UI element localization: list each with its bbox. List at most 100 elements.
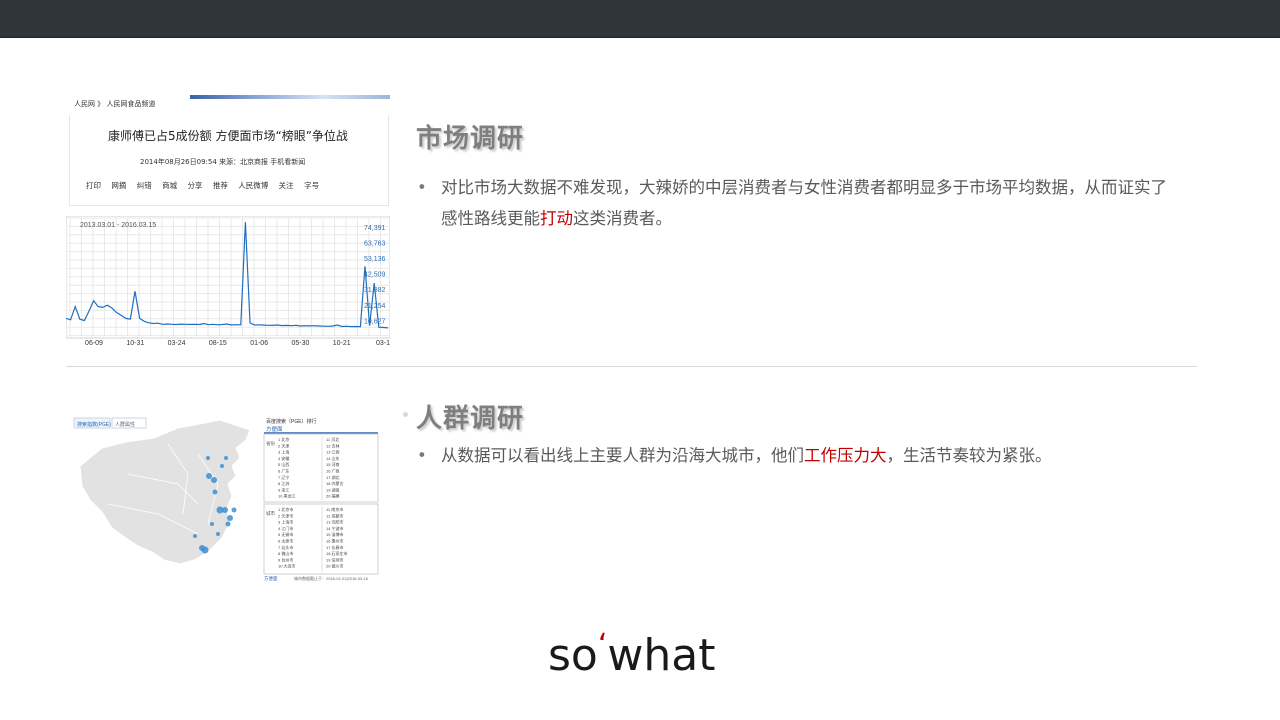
rank-city-item: 19 深圳市 xyxy=(326,556,344,562)
rank-title: 百度搜索（PGE）排行 xyxy=(266,418,317,425)
news-gradient-bar xyxy=(190,95,390,99)
rank-province-item: 10 黑龙江 xyxy=(278,493,296,499)
rank-footer-left: 方便面 xyxy=(264,575,278,582)
rank-city-item: 20 银川市 xyxy=(326,563,344,569)
rank-province-item: 6 广东 xyxy=(278,468,289,474)
rank-subtitle: 方便面 xyxy=(266,425,283,433)
map-city-dot xyxy=(193,534,197,538)
rank-city-item: 6 太原市 xyxy=(278,538,293,544)
map-city-dot xyxy=(222,507,228,513)
rank-province-item: 18 内蒙古 xyxy=(326,480,344,486)
bullet-text-part2: ，生活节奏较为紧张。 xyxy=(886,446,1052,465)
chart-y-tick-label: 10,627 xyxy=(364,318,386,325)
chart-y-tick-label: 53,136 xyxy=(364,256,386,263)
rank-province-item: 12 吉林 xyxy=(326,442,340,448)
chart-y-tick-label: 74,391 xyxy=(364,225,386,232)
rank-city-item: 14 宁波市 xyxy=(326,525,344,531)
rank-city-item: 7 汕头市 xyxy=(278,544,293,550)
rank-province-item: 15 河南 xyxy=(326,461,340,467)
rank-province-item: 13 江西 xyxy=(326,449,340,455)
rank-city-item: 15 淄博市 xyxy=(326,531,344,537)
rank-city-item: 12 成都市 xyxy=(326,512,344,518)
chart-x-tick-label: 10-21 xyxy=(333,340,351,347)
rank-province-item: 8 江苏 xyxy=(278,480,289,486)
rank-province-item: 4 安徽 xyxy=(278,455,289,461)
section-divider xyxy=(66,366,1197,367)
bullet-market-research: • 对比市场大数据不难发现，大辣娇的中层消费者与女性消费者都明显多于市场平均数据，… xyxy=(417,172,1181,234)
rank-city-item: 1 北京市 xyxy=(278,506,293,512)
rank-city-item: 2 天津市 xyxy=(278,512,293,518)
news-breadcrumb: 人民网 》 人民网食品频道 xyxy=(74,100,156,108)
trend-line-chart: 2013.03.01 - 2016.03.1510,62721,25431,88… xyxy=(66,216,390,347)
china-map-ranking-screenshot: 搜索指数(PGE) 人群属性 百度搜索（PGE）排行方便面省份城市1 北京2 天津3… xyxy=(73,417,379,582)
bullet-dot: • xyxy=(417,446,427,465)
so-what-slogan: so‘what xyxy=(548,628,716,681)
map-city-dot xyxy=(224,456,228,460)
rank-city-header: 城市 xyxy=(266,510,275,517)
chart-y-tick-label: 21,254 xyxy=(364,303,386,310)
chart-y-tick-label: 63,763 xyxy=(364,240,386,247)
map-city-dot xyxy=(212,489,218,495)
chart-x-tick-label: 08-15 xyxy=(209,340,227,347)
top-header-bar xyxy=(0,0,1280,38)
map-city-dot xyxy=(220,464,224,468)
rank-city-item: 5 无锡市 xyxy=(278,531,293,537)
map-city-dot xyxy=(206,473,212,479)
rank-city-item: 4 江门市 xyxy=(278,525,293,531)
decor-dot xyxy=(403,412,408,417)
news-article-screenshot: 人民网 》 人民网食品频道 康师傅已占5成份额 方便面市场“榜眼”争位战 201… xyxy=(66,93,390,207)
map-city-dot xyxy=(206,456,210,460)
china-map-shape xyxy=(79,419,251,565)
bullet-audience-research: • 从数据可以看出线上主要人群为沿海大城市，他们工作压力大，生活节奏较为紧张。 xyxy=(417,440,1181,471)
news-meta: 2014年08月26日09:54 来源：北京商报 手机看新闻 xyxy=(140,158,306,166)
rank-city-item: 3 上海市 xyxy=(278,519,293,525)
rank-city-item: 17 长春市 xyxy=(326,544,344,550)
chart-x-tick-label: 03-24 xyxy=(168,340,186,347)
rank-footer-right: 城市数据截止于：2016-01-01|2016-03-16 xyxy=(294,575,369,581)
rank-province-item: 17 湖北 xyxy=(326,474,340,480)
bullet-dot: • xyxy=(417,178,427,197)
section-title-audience-research: 人群调研 xyxy=(416,404,525,434)
rank-province-item: 7 辽宁 xyxy=(278,474,289,480)
rank-province-item: 16 广西 xyxy=(326,468,340,474)
rank-province-header: 省份 xyxy=(266,440,275,447)
rank-province-item: 1 北京 xyxy=(278,436,289,442)
map-city-dot xyxy=(199,545,205,551)
bullet-text-part2: 这类消费者。 xyxy=(573,209,672,228)
rank-province-item: 20 福建 xyxy=(326,493,340,499)
chart-y-tick-label: 42,509 xyxy=(364,272,386,279)
rank-city-item: 9 台州市 xyxy=(278,556,293,562)
map-tab-label: 人群属性 xyxy=(115,421,135,428)
rank-province-item: 5 山西 xyxy=(278,461,289,467)
news-toolbar: 打印 网摘 纠错 商城 分享 推荐 人民微博 关注 字号 xyxy=(86,181,320,190)
chart-title: 2013.03.01 - 2016.03.15 xyxy=(80,222,156,229)
rank-province-item: 11 河北 xyxy=(326,436,339,442)
slogan-so: so xyxy=(548,630,598,681)
chart-x-tick-label: 10-31 xyxy=(126,340,144,347)
rank-city-item: 13 沈阳市 xyxy=(326,519,344,525)
map-city-dot xyxy=(227,515,233,521)
bullet-highlight: 工作压力大 xyxy=(804,446,887,465)
rank-province-item: 2 天津 xyxy=(278,442,289,448)
bullet-highlight: 打动 xyxy=(540,209,573,228)
rank-province-item: 3 上海 xyxy=(278,449,289,455)
rank-province-item: 9 浙江 xyxy=(278,486,289,492)
rank-city-item: 11 南京市 xyxy=(326,506,343,512)
chart-x-tick-label: 06-09 xyxy=(85,340,103,347)
slogan-what: what xyxy=(607,630,716,681)
slogan-quote-mark: ‘ xyxy=(597,628,608,663)
chart-x-tick-label: 05-30 xyxy=(291,340,309,347)
map-city-dot xyxy=(231,507,237,513)
chart-x-tick-label: 01-06 xyxy=(250,340,268,347)
chart-x-tick-label: 03-1 xyxy=(376,340,390,347)
news-headline: 康师傅已占5成份额 方便面市场“榜眼”争位战 xyxy=(108,129,348,143)
rank-city-item: 8 佛山市 xyxy=(278,550,293,556)
rank-city-item: 18 石家庄市 xyxy=(326,550,348,556)
rank-city-item: 10 大连市 xyxy=(278,563,296,569)
bullet-text-part1: 从数据可以看出线上主要人群为沿海大城市，他们 xyxy=(441,446,804,465)
rank-city-item: 16 惠州市 xyxy=(326,538,344,544)
rank-province-item: 19 湖南 xyxy=(326,486,340,492)
rank-province-item: 14 山东 xyxy=(326,455,340,461)
map-city-dot xyxy=(225,521,231,527)
map-city-dot xyxy=(211,477,217,483)
